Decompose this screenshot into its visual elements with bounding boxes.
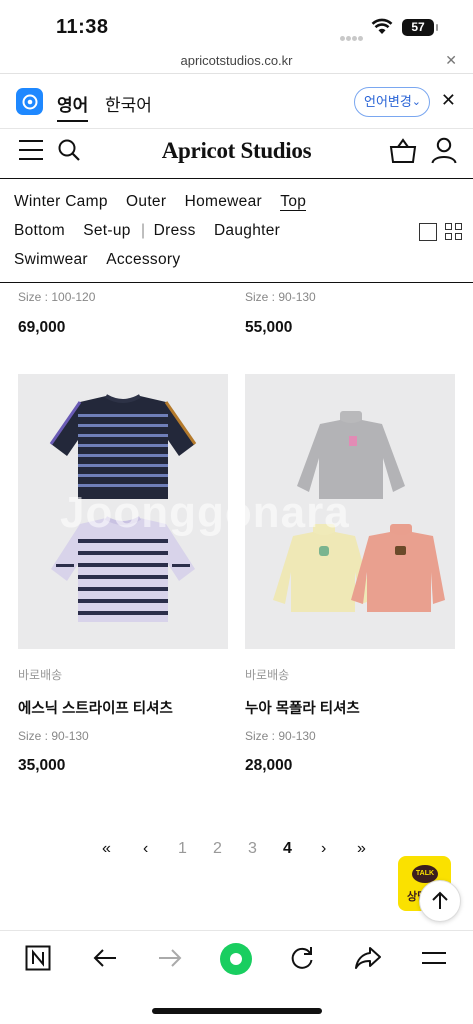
status-time: 11:38 <box>56 16 109 38</box>
category-swimwear[interactable]: Swimwear <box>14 251 88 268</box>
change-language-button[interactable]: 언어변경 ⌄ <box>354 87 430 117</box>
product-price: 28,000 <box>245 757 293 774</box>
back-icon[interactable] <box>92 945 118 976</box>
refresh-icon[interactable] <box>289 945 315 976</box>
naver-home-icon[interactable] <box>25 945 51 976</box>
change-language-label: 언어변경 <box>364 94 412 109</box>
wifi-icon <box>371 18 393 40</box>
watermark: Joonggonara <box>60 488 350 537</box>
single-view-icon[interactable] <box>419 223 437 241</box>
user-icon[interactable] <box>431 137 457 169</box>
page-1[interactable]: 1 <box>178 840 187 858</box>
category-bottom[interactable]: Bottom <box>14 222 65 239</box>
category-daughter[interactable]: Daughter <box>214 222 280 239</box>
papago-icon[interactable] <box>16 88 43 115</box>
battery-icon: 57 <box>402 19 438 36</box>
category-winter-camp[interactable]: Winter Camp <box>14 193 108 210</box>
category-setup[interactable]: Set-up <box>83 222 130 239</box>
close-icon[interactable]: ✕ <box>445 52 457 69</box>
category-dress[interactable]: Dress <box>154 222 196 239</box>
product-price: 35,000 <box>18 757 66 774</box>
product-tag: 바로배송 <box>245 668 290 682</box>
product-price: 69,000 <box>18 319 66 336</box>
forward-icon[interactable] <box>157 945 183 976</box>
category-row: Swimwear Accessory <box>14 251 194 273</box>
close-translate-icon[interactable]: ✕ <box>441 90 456 111</box>
page-4-current[interactable]: 4 <box>283 840 292 858</box>
product-card-partial[interactable]: Size : 90-130 55,000 <box>245 290 316 337</box>
browser-toolbar <box>0 930 473 990</box>
arrow-up-icon <box>432 891 448 909</box>
translate-bar: 영어 한국어 언어변경 ⌄ ✕ <box>0 75 473 129</box>
shopping-bag-icon[interactable] <box>389 138 417 169</box>
page-2[interactable]: 2 <box>213 840 222 858</box>
page-3[interactable]: 3 <box>248 840 257 858</box>
signal-dots-icon <box>340 28 364 41</box>
category-row: Winter Camp Outer Homewear Top <box>14 193 320 215</box>
last-page-button[interactable]: » <box>357 840 366 858</box>
chevron-down-icon: ⌄ <box>411 96 421 108</box>
url-text[interactable]: apricotstudios.co.kr <box>0 53 473 68</box>
menu-lines-icon[interactable] <box>421 951 447 972</box>
product-tag: 바로배송 <box>18 668 63 682</box>
scroll-top-button[interactable] <box>419 880 461 922</box>
product-card[interactable]: 바로배송 누아 목폴라 티셔츠 Size : 90-130 28,000 <box>245 374 455 775</box>
grid-view-icon[interactable] <box>445 223 463 241</box>
prev-page-button[interactable]: ‹ <box>143 840 148 858</box>
product-size: Size : 100-120 <box>18 290 96 304</box>
lang-english-tab[interactable]: 영어 <box>57 91 89 122</box>
category-separator: | <box>141 222 146 239</box>
category-homewear[interactable]: Homewear <box>185 193 262 210</box>
product-price: 55,000 <box>245 319 293 336</box>
category-nav: Winter Camp Outer Homewear Top Bottom Se… <box>0 178 473 283</box>
green-dot-icon[interactable] <box>219 942 253 981</box>
product-size: Size : 90-130 <box>245 290 316 304</box>
share-icon[interactable] <box>354 945 382 976</box>
status-bar: 11:38 57 <box>0 0 473 50</box>
product-name[interactable]: 누아 목폴라 티셔츠 <box>245 697 455 718</box>
lang-korean-tab[interactable]: 한국어 <box>105 91 152 116</box>
product-name[interactable]: 에스닉 스트라이프 티셔츠 <box>18 697 228 718</box>
product-card-partial[interactable]: Size : 100-120 69,000 <box>18 290 95 337</box>
category-accessory[interactable]: Accessory <box>106 251 180 268</box>
address-bar[interactable]: apricotstudios.co.kr ✕ <box>0 50 473 74</box>
category-top[interactable]: Top <box>280 193 307 211</box>
product-size: Size : 90-130 <box>245 729 316 743</box>
category-outer[interactable]: Outer <box>126 193 166 210</box>
home-indicator <box>152 1008 322 1014</box>
site-header: Apricot Studios <box>0 130 473 174</box>
next-page-button[interactable]: › <box>321 840 326 858</box>
first-page-button[interactable]: « <box>102 840 111 858</box>
category-row: Bottom Set-up | Dress Daughter <box>14 222 294 244</box>
product-card[interactable]: 바로배송 에스닉 스트라이프 티셔츠 Size : 90-130 35,000 <box>18 374 228 775</box>
product-size: Size : 90-130 <box>18 729 89 743</box>
